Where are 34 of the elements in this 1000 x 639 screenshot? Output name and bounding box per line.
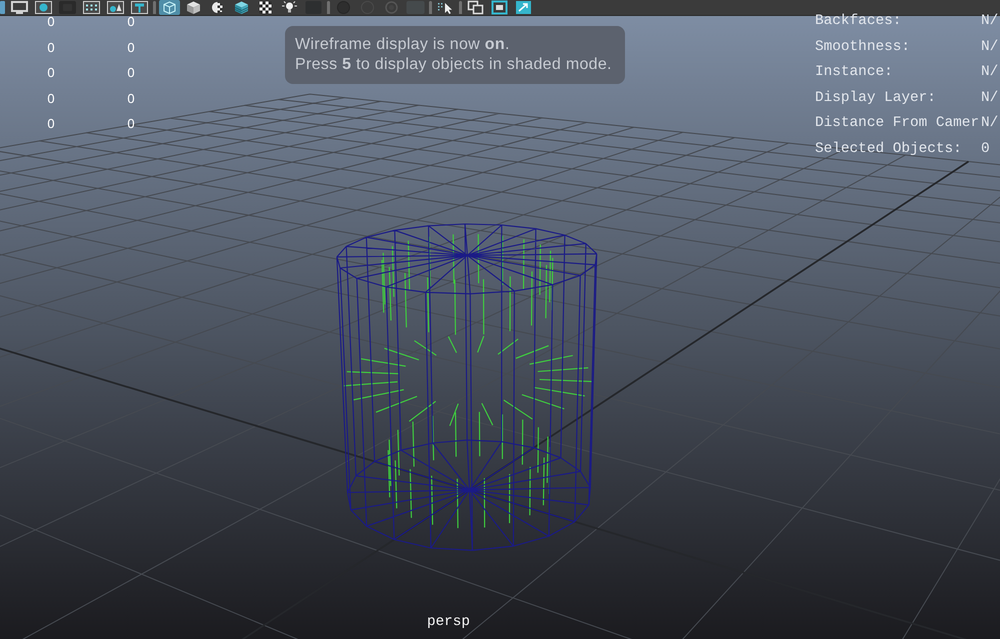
- poly-count-value: 0: [46, 90, 56, 108]
- hud-label: Distance From Camer: [815, 114, 980, 134]
- frame-icon[interactable]: [489, 0, 510, 15]
- hud-label: Instance:: [815, 63, 894, 82]
- poly-count-value: 0: [46, 64, 56, 82]
- hud-value: N/: [981, 114, 998, 134]
- monitor-icon[interactable]: [9, 0, 30, 15]
- hud-label: Smoothness:: [815, 38, 911, 57]
- hud-label: Backfaces:: [815, 12, 902, 31]
- tile-icon[interactable]: [0, 0, 6, 15]
- poly-count-value: 0: [126, 115, 136, 133]
- hud-value: N/: [981, 12, 998, 31]
- hud-value: N/: [981, 63, 998, 82]
- poly-count-value: 0: [126, 38, 136, 56]
- poly-count-value: 0: [126, 90, 136, 108]
- poly-count-value: 0: [46, 13, 56, 31]
- dotted-grid-icon[interactable]: [81, 0, 102, 15]
- overlapping-squares-icon[interactable]: [465, 0, 486, 15]
- poly-count-value: 0: [126, 64, 136, 82]
- arrow-square-icon[interactable]: [513, 0, 534, 15]
- hud-value: N/: [981, 88, 998, 108]
- camera-name-label: persp: [427, 613, 470, 632]
- hud-label: Selected Objects:: [815, 140, 963, 159]
- message-text: Press 5 to display objects in shaded mode.: [295, 55, 613, 75]
- hud-label: Display Layer:: [815, 88, 937, 108]
- stand-icon[interactable]: [129, 0, 150, 15]
- hud-value: 0: [981, 140, 991, 159]
- poly-count-value: 0: [46, 115, 56, 133]
- shapes-icon[interactable]: [105, 0, 126, 15]
- message-text: Wireframe display is now on.: [295, 35, 511, 55]
- poly-count-value: 0: [46, 38, 56, 56]
- poly-count-value: 0: [126, 13, 136, 31]
- light-bulb-icon[interactable]: [279, 0, 300, 15]
- hud-value: N/: [981, 38, 998, 57]
